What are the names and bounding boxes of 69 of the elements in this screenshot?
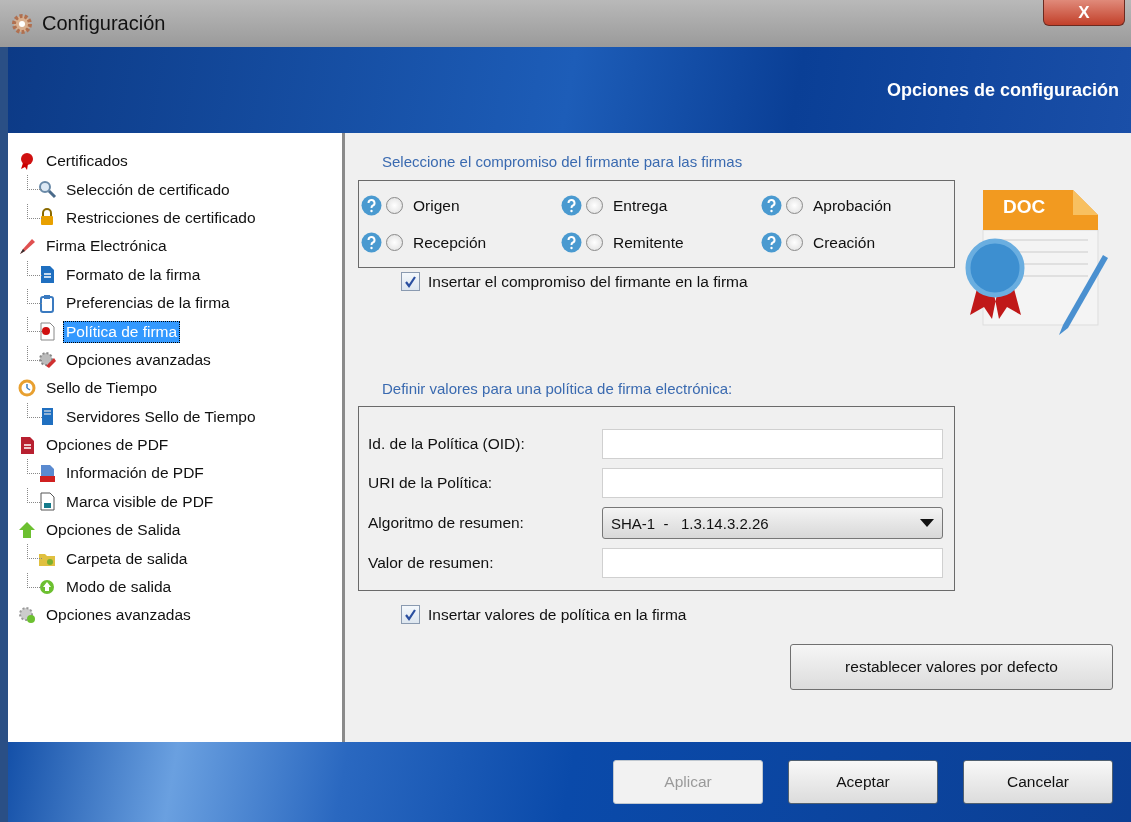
help-icon[interactable]: [361, 195, 382, 216]
tree-item[interactable]: Firma Electrónica: [43, 235, 170, 258]
help-icon[interactable]: [361, 232, 382, 253]
field-label: Algoritmo de resumen:: [368, 514, 525, 532]
radio-label: Entrega: [613, 196, 668, 215]
tree-item[interactable]: Información de PDF: [63, 462, 207, 485]
tree-item[interactable]: Opciones de Salida: [43, 519, 184, 542]
help-icon[interactable]: [761, 195, 782, 216]
magnifier-icon: [38, 180, 57, 200]
radio-label: Creación: [813, 233, 876, 252]
help-icon[interactable]: [561, 195, 582, 216]
gear-icon: [18, 605, 37, 625]
radio-button[interactable]: [786, 197, 803, 214]
section-heading: Definir valores para una política de firma electrónica:: [382, 380, 734, 397]
pdf-document-icon: [38, 464, 57, 483]
field-label: Valor de resumen:: [368, 554, 495, 572]
document-seal-icon: [38, 322, 57, 342]
tree-item[interactable]: Formato de la firma: [63, 263, 204, 286]
help-icon[interactable]: [561, 232, 582, 253]
radio-button[interactable]: [786, 234, 803, 251]
tree-item[interactable]: Selección de certificado: [63, 178, 233, 201]
input-field[interactable]: [602, 468, 943, 498]
field-label: Id. de la Política (OID):: [368, 435, 526, 453]
tree-item[interactable]: Servidores Sello de Tiempo: [63, 405, 259, 428]
clock-icon: [18, 378, 37, 398]
dialog-button[interactable]: Aceptar: [788, 760, 938, 804]
radio-button[interactable]: [386, 234, 403, 251]
input-field[interactable]: [602, 429, 943, 459]
help-icon[interactable]: [761, 232, 782, 253]
checkbox-label: Insertar valores de política en la firma: [428, 605, 687, 624]
radio-button[interactable]: [586, 197, 603, 214]
window-title: Configuración: [42, 12, 166, 35]
radio-label: Recepción: [413, 233, 487, 252]
checkbox-label: Insertar el compromiso del firmante en la firma: [428, 272, 748, 291]
close-button[interactable]: X: [1043, 0, 1125, 26]
section-heading: Seleccione el compromiso del firmante para las firmas: [382, 153, 744, 170]
gear-pen-icon: [38, 350, 57, 370]
doc-label: DOC: [1003, 196, 1046, 218]
gear-icon: [10, 11, 34, 36]
checkbox[interactable]: [401, 272, 420, 291]
clipboard-icon: [38, 293, 57, 313]
radio-button[interactable]: [586, 234, 603, 251]
header-title: Opciones de configuración: [886, 79, 1119, 101]
tree-item[interactable]: Preferencias de la firma: [63, 292, 233, 315]
tree-item[interactable]: Opciones de PDF: [43, 434, 172, 457]
radio-button[interactable]: [386, 197, 403, 214]
tree-item[interactable]: Carpeta de salida: [63, 547, 191, 570]
tree-item[interactable]: Modo de salida: [63, 576, 175, 599]
field-label: URI de la Política:: [368, 474, 494, 492]
checkbox[interactable]: [401, 605, 420, 624]
dropdown-arrow-icon: [920, 519, 934, 527]
input-field[interactable]: [602, 548, 943, 578]
algorithm-dropdown[interactable]: SHA-1 - 1.3.14.3.2.26: [602, 507, 943, 539]
tree-item[interactable]: Marca visible de PDF: [63, 490, 217, 513]
radio-label: Origen: [413, 196, 460, 215]
tree-item[interactable]: Sello de Tiempo: [43, 377, 161, 400]
pen-icon: [18, 236, 37, 256]
document-icon: [18, 435, 37, 455]
tree-item[interactable]: Opciones avanzadas: [43, 604, 194, 627]
document-icon: [38, 265, 57, 285]
radio-label: Aprobación: [813, 196, 892, 215]
tree-item[interactable]: Restricciones de certificado: [63, 206, 259, 229]
tree-item[interactable]: Opciones avanzadas: [63, 348, 214, 371]
reset-button[interactable]: restablecer valores por defecto: [790, 644, 1113, 690]
radio-label: Remitente: [613, 233, 684, 252]
tree-item[interactable]: Certificados: [43, 150, 131, 173]
dialog-button[interactable]: Cancelar: [963, 760, 1113, 804]
document-icon: [38, 492, 57, 512]
up-arrow-icon: [18, 520, 37, 540]
